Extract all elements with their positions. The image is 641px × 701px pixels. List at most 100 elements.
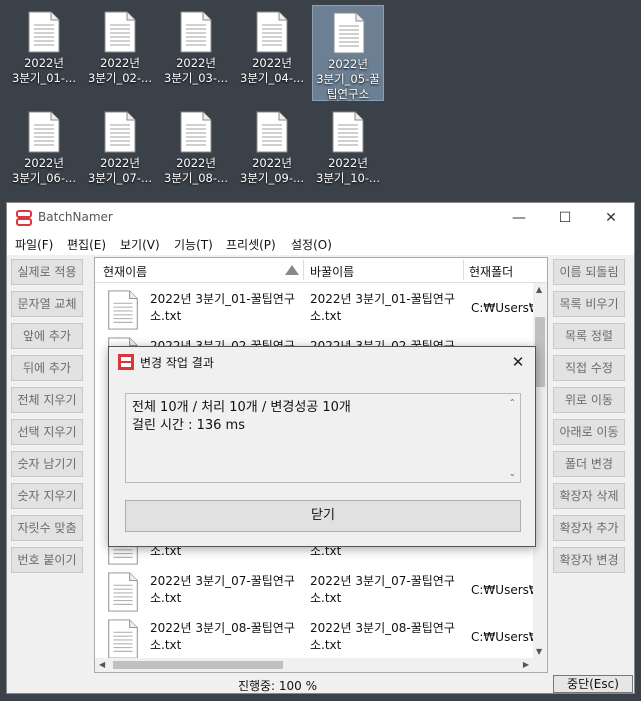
current-name-cell: 2022년 3분기_01-꿀팁연구소.txt bbox=[150, 292, 295, 323]
dialog-close-button[interactable]: ✕ bbox=[507, 351, 529, 373]
minimize-button[interactable]: — bbox=[496, 203, 542, 233]
left-action-button[interactable]: 선택 지우기 bbox=[11, 419, 83, 445]
desktop-file-label: 2022년 3분기_08-... bbox=[160, 156, 232, 186]
column-current-name[interactable]: 현재이름 bbox=[103, 263, 147, 280]
scroll-up-icon[interactable]: ▲ bbox=[536, 285, 542, 294]
desktop-label-line: 3분기_05-꿀 bbox=[316, 72, 380, 86]
column-divider[interactable] bbox=[463, 260, 464, 280]
menu-settings[interactable]: 설정(O) bbox=[291, 236, 332, 253]
horizontal-scrollbar[interactable]: ◀ ▶ bbox=[95, 658, 547, 672]
left-action-button[interactable]: 숫자 지우기 bbox=[11, 483, 83, 509]
desktop-file-icon[interactable]: 2022년 3분기_05-꿀 팁연구소 bbox=[312, 5, 384, 101]
menu-view[interactable]: 보기(V) bbox=[120, 236, 160, 253]
menu-bar: 파일(F) 편집(E) 보기(V) 기능(T) 프리셋(P) 설정(O) bbox=[7, 233, 634, 255]
text-file-icon bbox=[104, 111, 136, 153]
column-new-name[interactable]: 바꿀이름 bbox=[310, 263, 354, 280]
desktop-file-icon[interactable]: 2022년 3분기_07-... bbox=[84, 105, 156, 201]
desktop-file-label: 2022년 3분기_02-... bbox=[84, 56, 156, 86]
desktop-file-icon[interactable]: 2022년 3분기_04-... bbox=[236, 5, 308, 101]
left-action-button[interactable]: 문자열 교체 bbox=[11, 291, 83, 317]
column-current-folder[interactable]: 현재폴더 bbox=[469, 263, 513, 280]
menu-file[interactable]: 파일(F) bbox=[15, 236, 53, 253]
list-row[interactable]: 2022년 3분기_01-꿀팁연구소.txt 2022년 3분기_01-꿀팁연구소… bbox=[95, 284, 535, 331]
right-action-button[interactable]: 폴더 변경 bbox=[553, 451, 625, 477]
desktop-label-line: 3분기_10-... bbox=[316, 171, 380, 185]
text-file-icon bbox=[107, 290, 139, 330]
right-action-button[interactable]: 목록 정렬 bbox=[553, 323, 625, 349]
menu-function[interactable]: 기능(T) bbox=[174, 236, 213, 253]
right-action-button[interactable]: 확장자 삭제 bbox=[553, 483, 625, 509]
batchnamer-app-icon bbox=[118, 354, 134, 370]
scroll-left-icon[interactable]: ◀ bbox=[99, 660, 105, 669]
batchnamer-app-icon bbox=[16, 210, 32, 226]
menu-preset[interactable]: 프리셋(P) bbox=[226, 236, 276, 253]
result-dialog: 변경 작업 결과 ✕ 전체 10개 / 처리 10개 / 변경성공 10개 걸린… bbox=[108, 346, 536, 547]
desktop-file-icon[interactable]: 2022년 3분기_10-... bbox=[312, 105, 384, 201]
text-file-icon bbox=[333, 12, 365, 54]
folder-cell: C:₩Users₩ bbox=[471, 301, 535, 315]
desktop-label-line: 3분기_02-... bbox=[88, 71, 152, 85]
scroll-down-icon[interactable]: ▼ bbox=[536, 647, 542, 656]
scroll-right-icon[interactable]: ▶ bbox=[523, 660, 529, 669]
scroll-down-icon[interactable]: ⌄ bbox=[509, 469, 516, 478]
text-file-icon bbox=[256, 11, 288, 53]
left-action-button[interactable]: 앞에 추가 bbox=[11, 323, 83, 349]
left-action-button[interactable]: 번호 붙이기 bbox=[11, 547, 83, 573]
right-action-button[interactable]: 위로 이동 bbox=[553, 387, 625, 413]
title-bar[interactable]: BatchNamer — ☐ ✕ bbox=[7, 203, 634, 233]
text-file-icon bbox=[332, 111, 364, 153]
list-row[interactable]: 2022년 3분기_08-꿀팁연구소.txt 2022년 3분기_08-꿀팁연구소… bbox=[95, 613, 535, 660]
list-row[interactable]: 2022년 3분기_07-꿀팁연구소.txt 2022년 3분기_07-꿀팁연구소… bbox=[95, 566, 535, 613]
folder-cell: C:₩Users₩ bbox=[471, 630, 535, 644]
vertical-scroll-thumb[interactable] bbox=[535, 317, 545, 387]
text-file-icon bbox=[28, 111, 60, 153]
desktop-file-icon[interactable]: 2022년 3분기_08-... bbox=[160, 105, 232, 201]
horizontal-scroll-thumb[interactable] bbox=[113, 661, 283, 669]
maximize-button[interactable]: ☐ bbox=[542, 203, 588, 233]
result-summary: 전체 10개 / 처리 10개 / 변경성공 10개 bbox=[132, 400, 351, 415]
column-divider[interactable] bbox=[303, 260, 304, 280]
left-action-button[interactable]: 뒤에 추가 bbox=[11, 355, 83, 381]
right-action-button[interactable]: 목록 비우기 bbox=[553, 291, 625, 317]
desktop-file-icon[interactable]: 2022년 3분기_02-... bbox=[84, 5, 156, 101]
desktop-file-icon[interactable]: 2022년 3분기_06-... bbox=[8, 105, 80, 201]
right-action-button[interactable]: 확장자 추가 bbox=[553, 515, 625, 541]
right-action-button[interactable]: 아래로 이동 bbox=[553, 419, 625, 445]
desktop-file-icon[interactable]: 2022년 3분기_03-... bbox=[160, 5, 232, 101]
stop-button[interactable]: 중단(Esc) bbox=[553, 675, 633, 693]
folder-cell: C:₩Users₩ bbox=[471, 583, 535, 597]
desktop-label-line: 2022년 bbox=[100, 156, 140, 170]
window-title: BatchNamer bbox=[38, 210, 113, 224]
right-action-button[interactable]: 확장자 변경 bbox=[553, 547, 625, 573]
desktop-label-line: 2022년 bbox=[252, 156, 292, 170]
scroll-up-icon[interactable]: ⌃ bbox=[509, 398, 516, 407]
left-action-button[interactable]: 숫자 남기기 bbox=[11, 451, 83, 477]
desktop-file-icon[interactable]: 2022년 3분기_09-... bbox=[236, 105, 308, 201]
close-button[interactable]: ✕ bbox=[588, 203, 634, 233]
desktop-label-line: 2022년 bbox=[328, 156, 368, 170]
elapsed-time: 걸린 시간 : 136 ms bbox=[132, 418, 245, 433]
left-action-button[interactable]: 전체 지우기 bbox=[11, 387, 83, 413]
dialog-title: 변경 작업 결과 bbox=[140, 356, 214, 370]
right-action-button[interactable]: 이름 되돌림 bbox=[553, 259, 625, 285]
desktop-label-line: 3분기_03-... bbox=[164, 71, 228, 85]
desktop-file-icon[interactable]: 2022년 3분기_01-... bbox=[8, 5, 80, 101]
left-action-button[interactable]: 실제로 적용 bbox=[11, 259, 83, 285]
left-action-button[interactable]: 자릿수 맞춤 bbox=[11, 515, 83, 541]
desktop-label-line: 3분기_01-... bbox=[12, 71, 76, 85]
text-file-icon bbox=[107, 572, 139, 612]
desktop-label-line: 3분기_09-... bbox=[240, 171, 304, 185]
dialog-close-confirm-button[interactable]: 닫기 bbox=[125, 500, 521, 532]
text-file-icon bbox=[104, 11, 136, 53]
desktop-label-line: 3분기_08-... bbox=[164, 171, 228, 185]
desktop-file-label: 2022년 3분기_07-... bbox=[84, 156, 156, 186]
text-file-icon bbox=[28, 11, 60, 53]
menu-edit[interactable]: 편집(E) bbox=[67, 236, 106, 253]
dialog-title-bar[interactable]: 변경 작업 결과 ✕ bbox=[109, 347, 535, 377]
result-text-area[interactable]: 전체 10개 / 처리 10개 / 변경성공 10개 걸린 시간 : 136 m… bbox=[125, 393, 521, 483]
desktop-file-label: 2022년 3분기_05-꿀 팁연구소 bbox=[313, 57, 383, 102]
desktop-label-line: 2022년 bbox=[328, 57, 368, 71]
right-action-button[interactable]: 직접 수정 bbox=[553, 355, 625, 381]
progress-status: 진행중: 100 % bbox=[237, 679, 318, 693]
text-area-scrollbar[interactable]: ⌃ ⌄ bbox=[508, 398, 518, 478]
